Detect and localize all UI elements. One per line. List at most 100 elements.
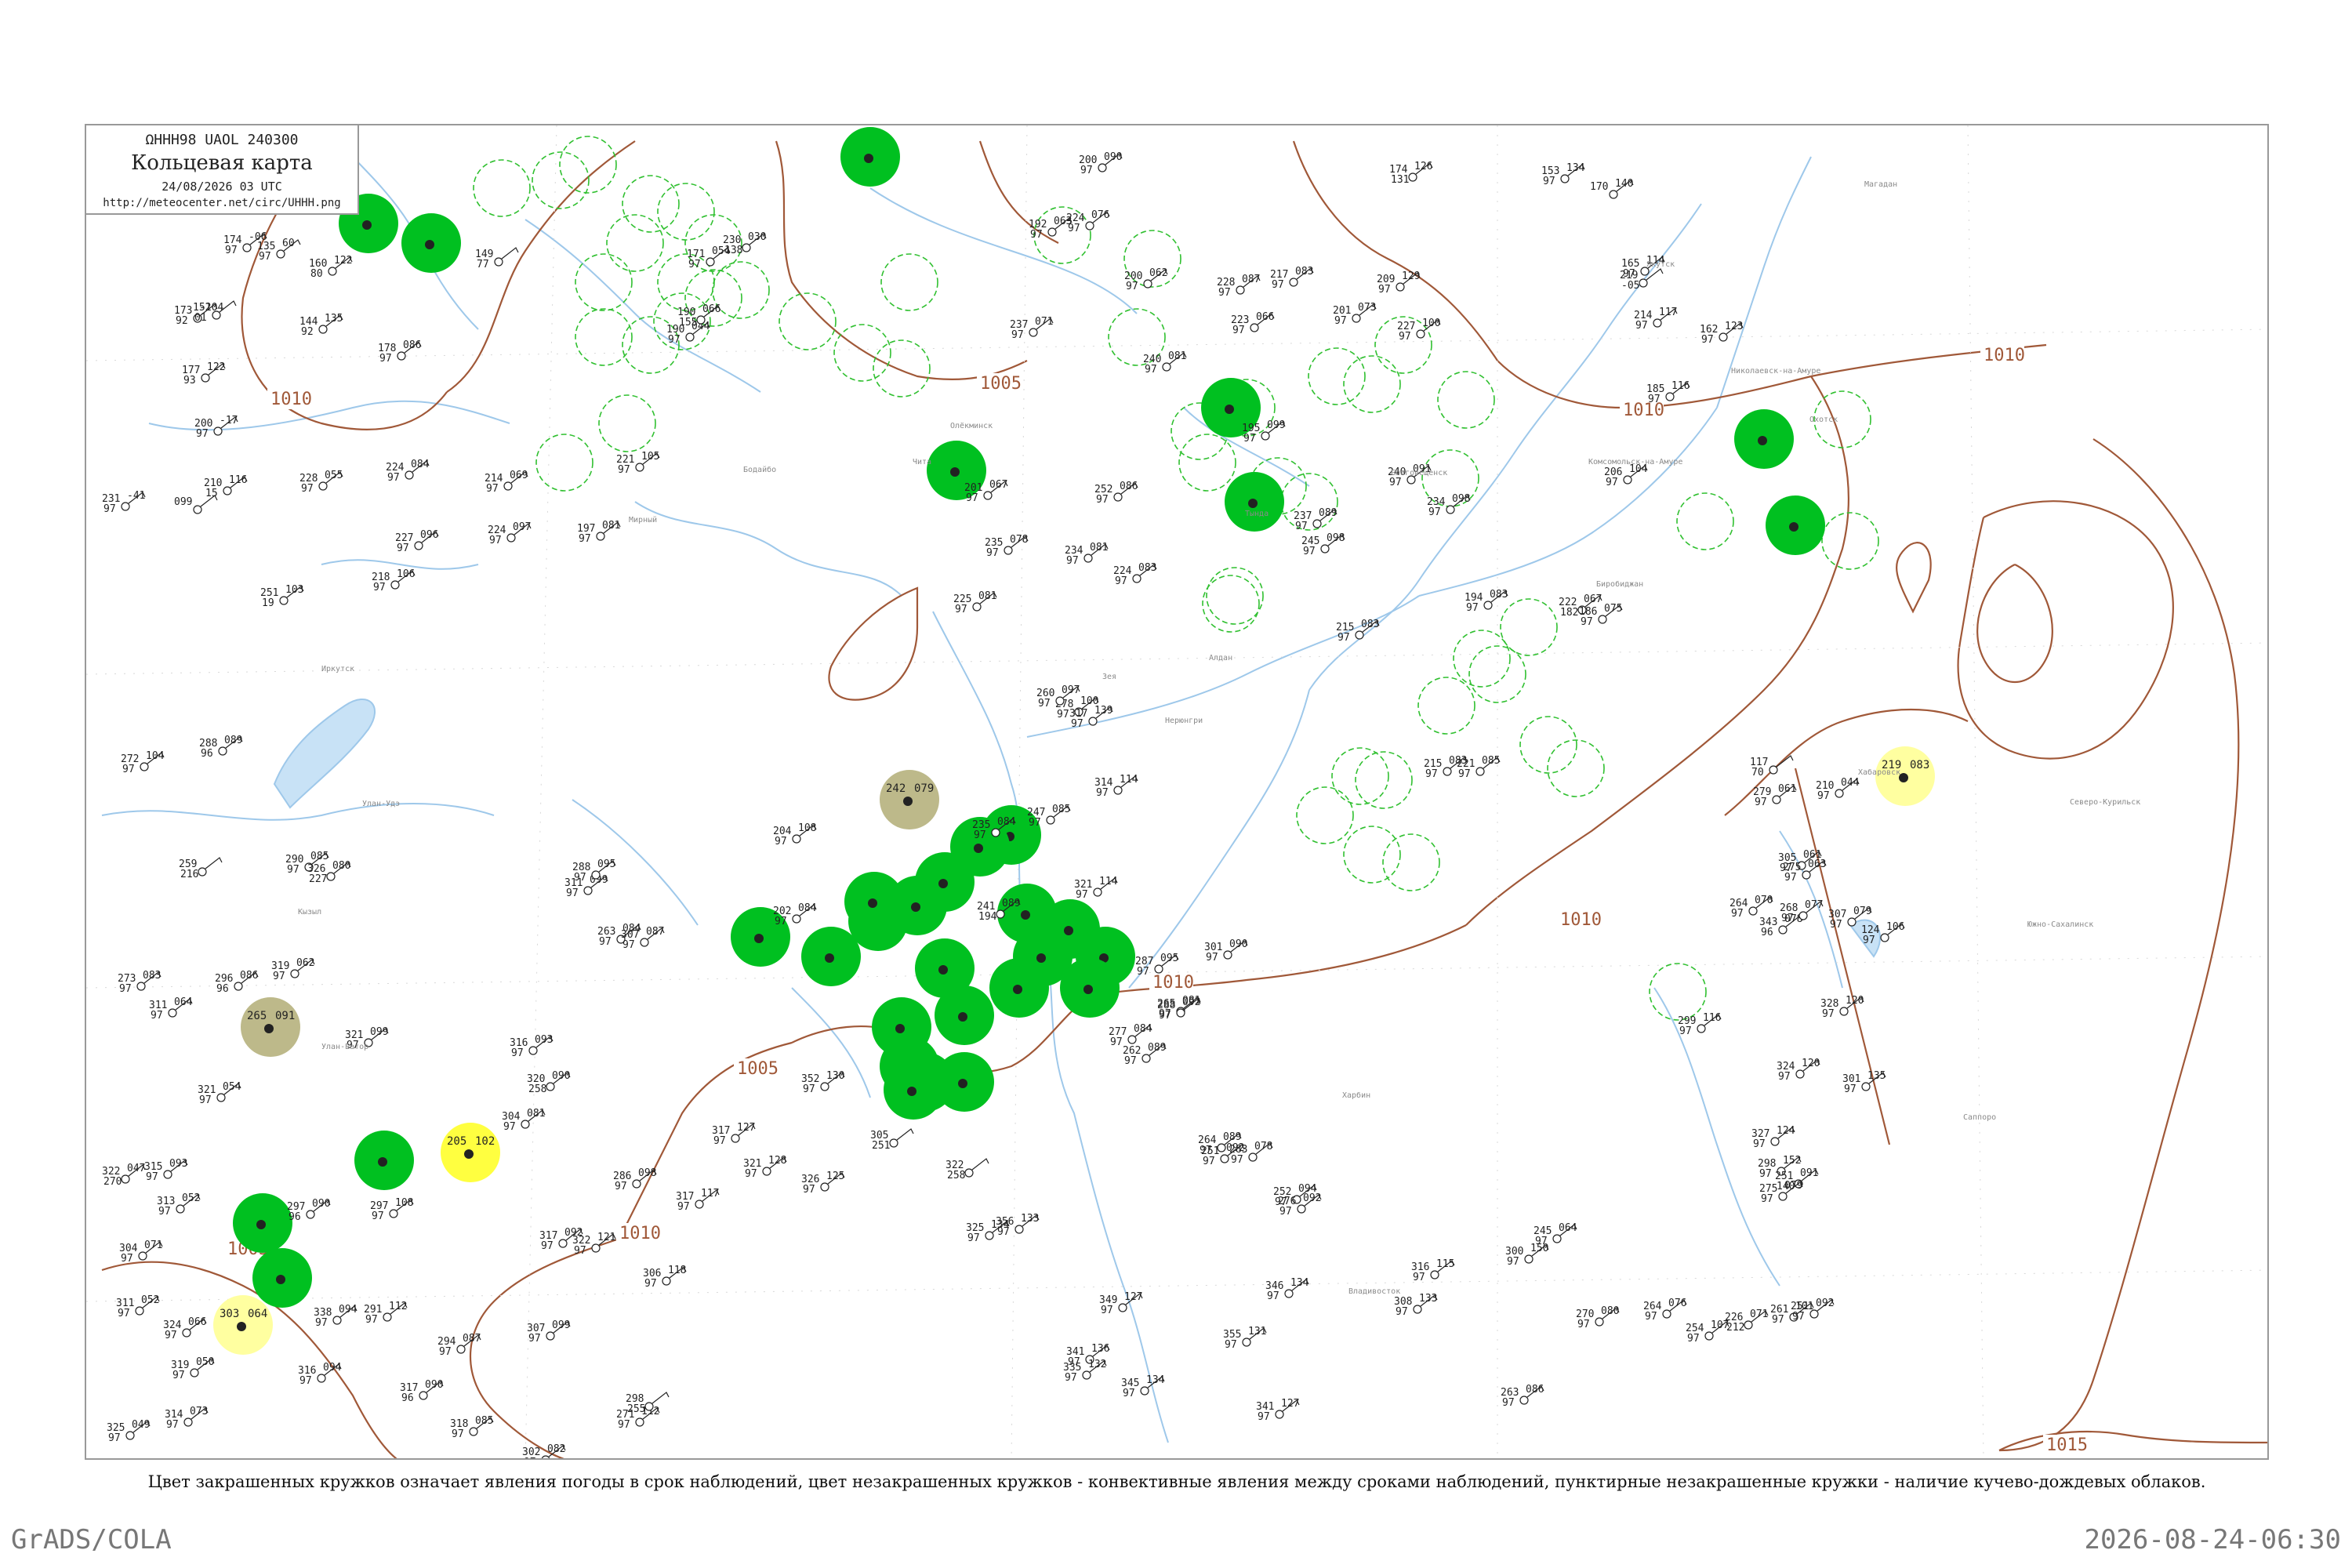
station-plot[interactable]: 31997050 bbox=[171, 1356, 215, 1381]
station-plot[interactable]: 31497114 bbox=[1094, 774, 1138, 799]
station-plot[interactable]: 27097080 bbox=[1576, 1305, 1620, 1330]
station-plot[interactable]: 31997062 bbox=[271, 957, 315, 982]
station-plot[interactable]: 21015116 bbox=[204, 474, 248, 499]
station-plot[interactable]: 19597099 bbox=[1242, 419, 1286, 445]
station-plot[interactable]: 32497120 bbox=[1777, 1058, 1820, 1083]
station-plot[interactable]: 24597064 bbox=[1534, 1222, 1577, 1247]
station-plot[interactable]: 30897133 bbox=[1394, 1293, 1438, 1318]
station-plot[interactable]: 322270047 bbox=[102, 1163, 146, 1188]
station-plot[interactable]: 31197052 bbox=[116, 1294, 160, 1319]
station-plot[interactable]: 23197-41 bbox=[102, 490, 146, 515]
station-plot[interactable]: 29197112 bbox=[364, 1301, 408, 1326]
station-plot[interactable]: 31797117 bbox=[676, 1188, 720, 1213]
station-plot[interactable]: 33897094 bbox=[314, 1304, 358, 1329]
station-plot[interactable]: 226212071 bbox=[1725, 1308, 1769, 1334]
station-plot[interactable]: 33597132 bbox=[1063, 1359, 1107, 1384]
station-plot[interactable]: 22797096 bbox=[395, 529, 439, 554]
station-plot[interactable]: 170 140 bbox=[1590, 178, 1634, 199]
station-plot[interactable]: 174131126 bbox=[1389, 161, 1433, 186]
station-plot[interactable]: 34597134 bbox=[1121, 1374, 1165, 1399]
station-plot[interactable]: 305251 bbox=[870, 1128, 914, 1152]
station-plot[interactable]: 28896089 bbox=[199, 735, 243, 760]
station-plot[interactable]: 31897085 bbox=[450, 1415, 494, 1440]
station-plot[interactable]: 16080122 bbox=[309, 255, 353, 280]
station-plot[interactable]: 32697125 bbox=[801, 1171, 845, 1196]
station-plot[interactable]: 21797083 bbox=[1270, 266, 1314, 291]
station-plot[interactable]: 34997127 bbox=[1099, 1291, 1143, 1316]
station-plot[interactable]: 31197099 bbox=[564, 874, 608, 899]
station-plot[interactable]: 31697115 bbox=[1411, 1258, 1455, 1283]
station-plot[interactable]: 22897055 bbox=[299, 470, 343, 495]
station-plot[interactable]: 24597098 bbox=[1301, 532, 1345, 557]
station-plot[interactable]: 34697134 bbox=[1265, 1277, 1309, 1302]
station-plot[interactable]: 30497081 bbox=[502, 1108, 546, 1133]
station-plot[interactable]: 24797085 bbox=[1027, 804, 1071, 829]
station-plot[interactable]: 27297104 bbox=[121, 750, 165, 775]
station-plot[interactable]: 23797071 bbox=[1010, 316, 1054, 341]
station-plot[interactable]: 20497108 bbox=[773, 822, 817, 848]
station-plot[interactable]: 34197127 bbox=[1256, 1398, 1300, 1423]
station-plot[interactable]: 27397083 bbox=[118, 970, 162, 995]
station-plot[interactable]: 30197090 bbox=[1204, 938, 1248, 964]
station-plot[interactable]: 31197064 bbox=[149, 996, 193, 1022]
station-plot[interactable]: 20297084 bbox=[773, 902, 817, 927]
station-plot[interactable]: 27997061 bbox=[1753, 783, 1797, 808]
station-plot[interactable]: 31697094 bbox=[298, 1362, 342, 1387]
station-plot[interactable]: 29497087 bbox=[437, 1333, 481, 1358]
station-plot[interactable]: 28697098 bbox=[613, 1167, 657, 1192]
station-plot[interactable]: 31797127 bbox=[712, 1122, 756, 1147]
station-plot[interactable]: 20697104 bbox=[1604, 463, 1648, 488]
station-plot[interactable]: 19797081 bbox=[577, 520, 621, 545]
station-plot[interactable]: 20097090 bbox=[1079, 151, 1123, 176]
station-plot[interactable]: 32797124 bbox=[1751, 1125, 1795, 1150]
station-plot[interactable]: 22397066 bbox=[1231, 311, 1275, 336]
map-url-link[interactable]: http://meteocenter.net/circ/UHHH.png bbox=[86, 197, 358, 209]
station-plot[interactable]: 27597063 bbox=[1783, 858, 1827, 884]
station-plot[interactable]: 22497083 bbox=[1113, 562, 1157, 587]
station-plot[interactable]: 30797087 bbox=[621, 926, 665, 951]
station-plot[interactable]: 32597049 bbox=[107, 1419, 151, 1444]
station-plot[interactable]: 21097044 bbox=[1816, 777, 1860, 802]
station-plot[interactable]: 35297130 bbox=[801, 1070, 845, 1095]
station-plot[interactable]: 29997116 bbox=[1678, 1012, 1722, 1037]
station-plot[interactable]: 230138030 bbox=[723, 231, 767, 256]
station-plot[interactable]: 32197114 bbox=[1074, 876, 1118, 901]
station-plot[interactable]: 12497106 bbox=[1861, 921, 1905, 946]
station-plot[interactable]: 28897092 bbox=[1157, 996, 1201, 1022]
station-plot[interactable]: 31397052 bbox=[157, 1192, 201, 1218]
station-plot[interactable]: 35597131 bbox=[1223, 1326, 1267, 1351]
station-plot[interactable]: 19497083 bbox=[1465, 589, 1508, 614]
station-plot[interactable]: 25497107 bbox=[1686, 1319, 1730, 1345]
station-plot[interactable]: 26397086 bbox=[1501, 1384, 1544, 1409]
station-plot[interactable]: 30797099 bbox=[527, 1319, 571, 1345]
station-plot[interactable]: 29797108 bbox=[370, 1197, 414, 1222]
station-plot[interactable]: 32497066 bbox=[163, 1316, 207, 1341]
station-plot[interactable]: 1359760 bbox=[257, 238, 301, 263]
station-plot[interactable]: 21497117 bbox=[1634, 307, 1678, 332]
station-plot[interactable]: 17793122 bbox=[182, 361, 226, 387]
station-plot[interactable]: 32197128 bbox=[743, 1155, 787, 1180]
station-plot[interactable]: 20997129 bbox=[1377, 270, 1421, 296]
station-plot[interactable]: 23497081 bbox=[1065, 542, 1109, 567]
station-plot[interactable]: 320258090 bbox=[527, 1070, 571, 1095]
station-plot[interactable]: 35697133 bbox=[996, 1213, 1040, 1238]
station-plot[interactable]: 22497097 bbox=[488, 521, 532, 546]
station-plot[interactable]: 14977 bbox=[475, 247, 519, 270]
station-plot[interactable]: 18697075 bbox=[1579, 603, 1623, 628]
station-plot[interactable]: 11770 bbox=[1750, 755, 1794, 779]
station-plot[interactable]: 21497069 bbox=[485, 470, 528, 495]
station-plot[interactable]: 25297086 bbox=[1094, 481, 1138, 506]
station-plot[interactable]: 32197054 bbox=[198, 1081, 241, 1106]
station-plot[interactable]: 20197067 bbox=[964, 479, 1008, 504]
station-plot[interactable]: 22497076 bbox=[1066, 209, 1110, 234]
station-plot[interactable]: 20097-17 bbox=[194, 415, 238, 440]
station-plot[interactable]: 31597093 bbox=[144, 1158, 188, 1183]
station-plot[interactable]: 22197105 bbox=[616, 451, 660, 476]
station-plot[interactable]: 15397134 bbox=[1541, 162, 1585, 187]
station-plot[interactable]: 26297089 bbox=[1123, 1042, 1167, 1067]
station-plot[interactable]: 23497098 bbox=[1427, 493, 1471, 518]
station-plot[interactable]: 29796090 bbox=[287, 1198, 331, 1223]
station-plot[interactable]: 31697093 bbox=[510, 1034, 554, 1059]
station-plot[interactable]: 26497076 bbox=[1643, 1298, 1687, 1323]
station-plot[interactable]: 22597081 bbox=[953, 590, 997, 615]
